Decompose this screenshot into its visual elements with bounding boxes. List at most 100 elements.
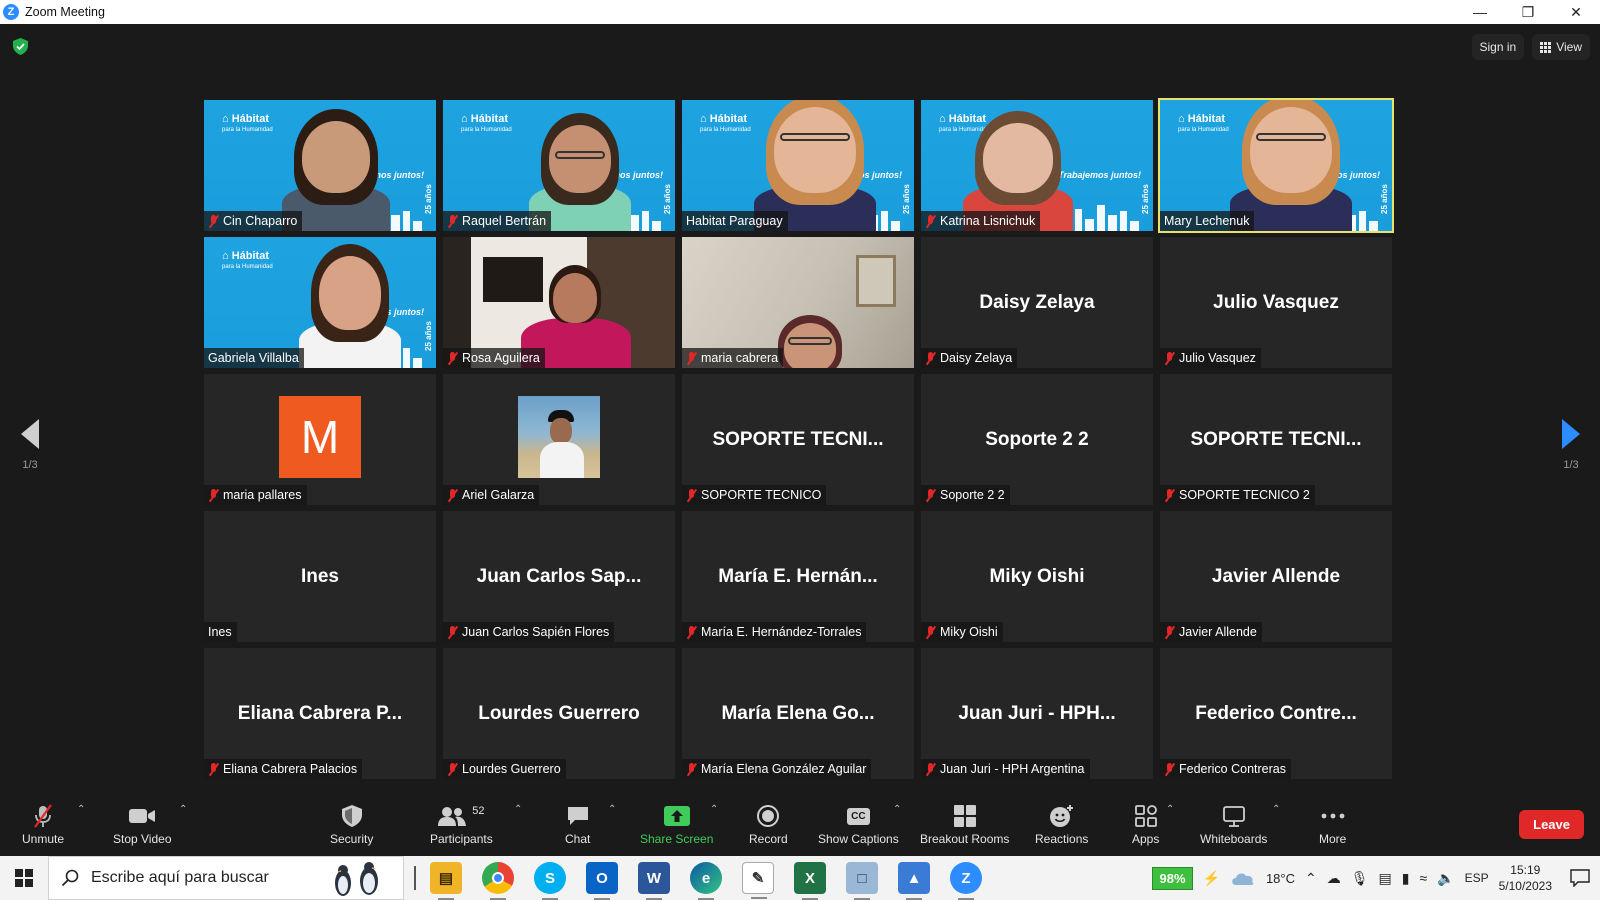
- participant-tile[interactable]: Daisy Zelaya Daisy Zelaya: [921, 237, 1153, 368]
- participant-name-tag: maria cabrera: [682, 348, 784, 368]
- clock[interactable]: 15:19 5/10/2023: [1499, 862, 1552, 894]
- chat-options-caret[interactable]: ⌃: [608, 804, 616, 815]
- view-button[interactable]: View: [1532, 34, 1590, 60]
- notes-icon[interactable]: □: [846, 862, 878, 900]
- clock-time: 15:19: [1510, 863, 1541, 877]
- participants-options-caret[interactable]: ⌃: [514, 804, 522, 815]
- notifications-icon[interactable]: [1570, 869, 1590, 887]
- meeting-area: Sign in View 1/3 1/3 ⌂ Hábitat para la Hu…: [0, 24, 1600, 796]
- skype-icon[interactable]: S: [534, 862, 566, 900]
- participant-tile[interactable]: ⌂ Hábitatpara la Humanidad¡Trabajemos ju…: [443, 100, 675, 231]
- more-button[interactable]: More: [1319, 802, 1346, 846]
- leave-button[interactable]: Leave: [1519, 810, 1584, 839]
- system-tray: 98% ⚡ 18°C ⌃ ☁ 🎙 ▤ ▮ ≈ 🔈 ESP 15:19 5/10/…: [1152, 856, 1600, 900]
- chrome-icon[interactable]: [482, 862, 514, 900]
- whiteboards-options-caret[interactable]: ⌃: [1272, 804, 1280, 815]
- participant-tile[interactable]: ⌂ Hábitatpara la Humanidad¡Trabajemos ju…: [921, 100, 1153, 231]
- encryption-shield-icon[interactable]: [13, 38, 28, 55]
- participant-tile[interactable]: Soporte 2 2 Soporte 2 2: [921, 374, 1153, 505]
- participant-tile[interactable]: María E. Hernán... María E. Hernández-Tor…: [682, 511, 914, 642]
- participants-button[interactable]: 52 Participants: [430, 802, 493, 846]
- arrow-left-icon[interactable]: [21, 419, 39, 449]
- participant-tile[interactable]: Ariel Galarza: [443, 374, 675, 505]
- participant-tile[interactable]: Juan Carlos Sap... Juan Carlos Sapién Flo…: [443, 511, 675, 642]
- excel-icon[interactable]: X: [794, 862, 826, 900]
- participant-display-name: SOPORTE TECNI...: [712, 428, 884, 450]
- cloud-weather-icon[interactable]: [1230, 870, 1256, 886]
- participant-tile[interactable]: Rosa Aguilera: [443, 237, 675, 368]
- participant-tile[interactable]: Eliana Cabrera P... Eliana Cabrera Palaci…: [204, 648, 436, 779]
- apps-button[interactable]: Apps: [1132, 802, 1159, 846]
- participant-tile[interactable]: Javier Allende Javier Allende: [1160, 511, 1392, 642]
- participant-tile[interactable]: Miky Oishi Miky Oishi: [921, 511, 1153, 642]
- participant-tile[interactable]: ⌂ Hábitatpara la Humanidad¡Trabajemos ju…: [1158, 98, 1394, 233]
- next-page[interactable]: 1/3: [1551, 419, 1591, 471]
- battery-indicator[interactable]: 98%: [1152, 866, 1193, 890]
- participant-name: Miky Oishi: [940, 625, 998, 639]
- participant-tile[interactable]: SOPORTE TECNI... SOPORTE TECNICO 2: [1160, 374, 1392, 505]
- participant-tile[interactable]: maria cabrera: [682, 237, 914, 368]
- participant-tile[interactable]: Mmaria pallares: [204, 374, 436, 505]
- participant-display-name: SOPORTE TECNI...: [1190, 428, 1362, 450]
- unmute-button[interactable]: Unmute: [22, 802, 64, 846]
- sign-in-button[interactable]: Sign in: [1471, 34, 1525, 60]
- record-button[interactable]: Record: [749, 802, 788, 846]
- reactions-button[interactable]: Reactions: [1035, 802, 1088, 846]
- taskbar-search[interactable]: Escribe aquí para buscar: [48, 856, 404, 900]
- participant-name-tag: Ines: [204, 622, 237, 642]
- paint-icon[interactable]: ✎: [742, 862, 774, 899]
- captions-options-caret[interactable]: ⌃: [893, 804, 901, 815]
- window-title-bar: Z Zoom Meeting — ❐ ✕: [0, 0, 1600, 24]
- previous-page[interactable]: 1/3: [10, 419, 50, 471]
- minimize-button[interactable]: —: [1456, 0, 1504, 24]
- edge-icon[interactable]: e: [690, 862, 722, 900]
- apps-options-caret[interactable]: ⌃: [1166, 804, 1174, 815]
- audio-options-caret[interactable]: ⌃: [77, 804, 85, 815]
- share-options-caret[interactable]: ⌃: [710, 804, 718, 815]
- participant-tile[interactable]: Lourdes Guerrero Lourdes Guerrero: [443, 648, 675, 779]
- participant-tile[interactable]: Ines Ines: [204, 511, 436, 642]
- wifi-icon[interactable]: ≈: [1419, 870, 1427, 886]
- onedrive-cloud-icon[interactable]: ☁: [1327, 870, 1341, 887]
- video-options-caret[interactable]: ⌃: [179, 804, 187, 815]
- share-screen-button[interactable]: Share Screen: [640, 802, 713, 846]
- taskbar-separator: [414, 866, 416, 890]
- microphone-icon[interactable]: 🎙: [1351, 870, 1369, 887]
- word-icon[interactable]: W: [638, 862, 670, 900]
- participant-name: Lourdes Guerrero: [462, 762, 561, 776]
- habitat-years: 25 años: [1141, 184, 1150, 214]
- participant-display-name: María Elena Go...: [721, 702, 875, 724]
- photos-icon[interactable]: ▲: [898, 862, 930, 900]
- file-explorer-icon[interactable]: ▤: [430, 862, 462, 900]
- speaker-volume-icon[interactable]: 🔈: [1437, 870, 1454, 887]
- weather-temperature[interactable]: 18°C: [1266, 871, 1295, 886]
- start-button[interactable]: [0, 856, 48, 900]
- close-button[interactable]: ✕: [1552, 0, 1600, 24]
- security-button[interactable]: Security: [330, 802, 373, 846]
- battery-icon[interactable]: ▮: [1402, 870, 1410, 887]
- chat-button[interactable]: Chat: [565, 802, 590, 846]
- arrow-right-icon[interactable]: [1562, 419, 1580, 449]
- participant-tile[interactable]: María Elena Go... María Elena González Ag…: [682, 648, 914, 779]
- show-captions-button[interactable]: CC Show Captions: [818, 802, 899, 846]
- participant-person: [772, 237, 862, 368]
- participant-tile[interactable]: Federico Contre... Federico Contreras: [1160, 648, 1392, 779]
- restore-button[interactable]: ❐: [1504, 0, 1552, 24]
- participant-tile[interactable]: SOPORTE TECNI... SOPORTE TECNICO: [682, 374, 914, 505]
- participant-tile[interactable]: ⌂ Hábitatpara la Humanidad¡Trabajemos ju…: [204, 237, 436, 368]
- participant-tile[interactable]: Julio Vasquez Julio Vasquez: [1160, 237, 1392, 368]
- breakout-rooms-button[interactable]: Breakout Rooms: [920, 802, 1009, 846]
- zoom-taskbar-icon[interactable]: Z: [950, 862, 982, 900]
- participant-name: Gabriela Villalba: [208, 351, 299, 365]
- chevron-up-icon[interactable]: ⌃: [1305, 870, 1317, 887]
- stop-video-button[interactable]: Stop Video: [113, 802, 172, 846]
- language-indicator[interactable]: ESP: [1465, 871, 1489, 885]
- participant-display-name: Juan Carlos Sap...: [476, 565, 642, 587]
- network-icon[interactable]: ▤: [1379, 870, 1392, 887]
- participant-tile[interactable]: ⌂ Hábitatpara la Humanidad¡Trabajemos ju…: [204, 100, 436, 231]
- participant-tile[interactable]: Juan Juri - HPH... Juan Juri - HPH Argent…: [921, 648, 1153, 779]
- outlook-icon[interactable]: O: [586, 862, 618, 900]
- whiteboards-button[interactable]: Whiteboards: [1200, 802, 1267, 846]
- participant-tile[interactable]: ⌂ Hábitatpara la Humanidad¡Trabajemos ju…: [682, 100, 914, 231]
- muted-microphone-icon: [1164, 762, 1175, 776]
